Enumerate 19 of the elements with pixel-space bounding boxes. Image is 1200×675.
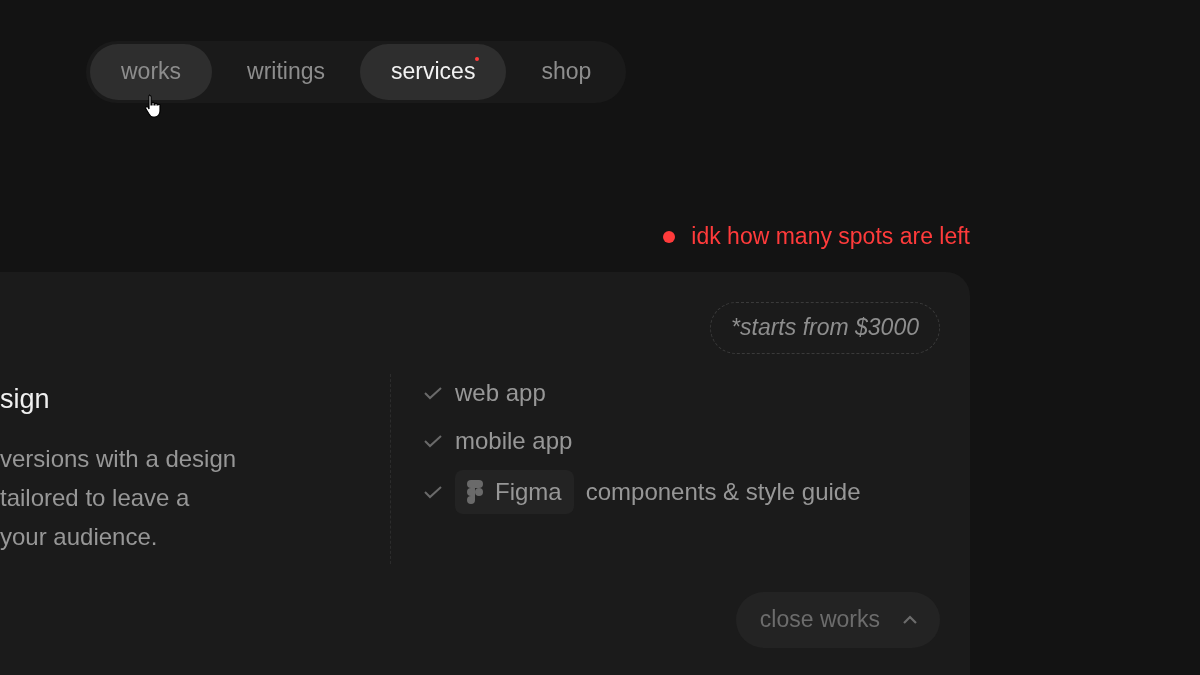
check-icon — [423, 434, 443, 448]
nav-tab[interactable]: services — [360, 44, 507, 100]
figma-logo-icon — [467, 480, 483, 504]
nav-tab[interactable]: shop — [510, 44, 623, 100]
feature-text: web app — [455, 379, 546, 407]
availability-text: idk how many spots are left — [691, 223, 970, 250]
check-icon — [423, 386, 443, 400]
tool-chip: Figma — [455, 470, 574, 514]
nav-tab[interactable]: works — [90, 44, 213, 100]
nav-tab[interactable]: writings — [216, 44, 357, 100]
hand-cursor-icon — [144, 93, 164, 119]
check-icon — [423, 485, 443, 499]
feature-text: components & style guide — [585, 478, 861, 506]
status-dot-icon — [663, 230, 676, 243]
chevron-up-icon — [902, 614, 918, 625]
close-button[interactable]: close works — [735, 592, 940, 648]
feature-text: mobile app — [455, 427, 573, 455]
service-title: sign — [0, 384, 51, 415]
service-description: versions with a design tailored to leave a your audience. — [0, 444, 238, 552]
